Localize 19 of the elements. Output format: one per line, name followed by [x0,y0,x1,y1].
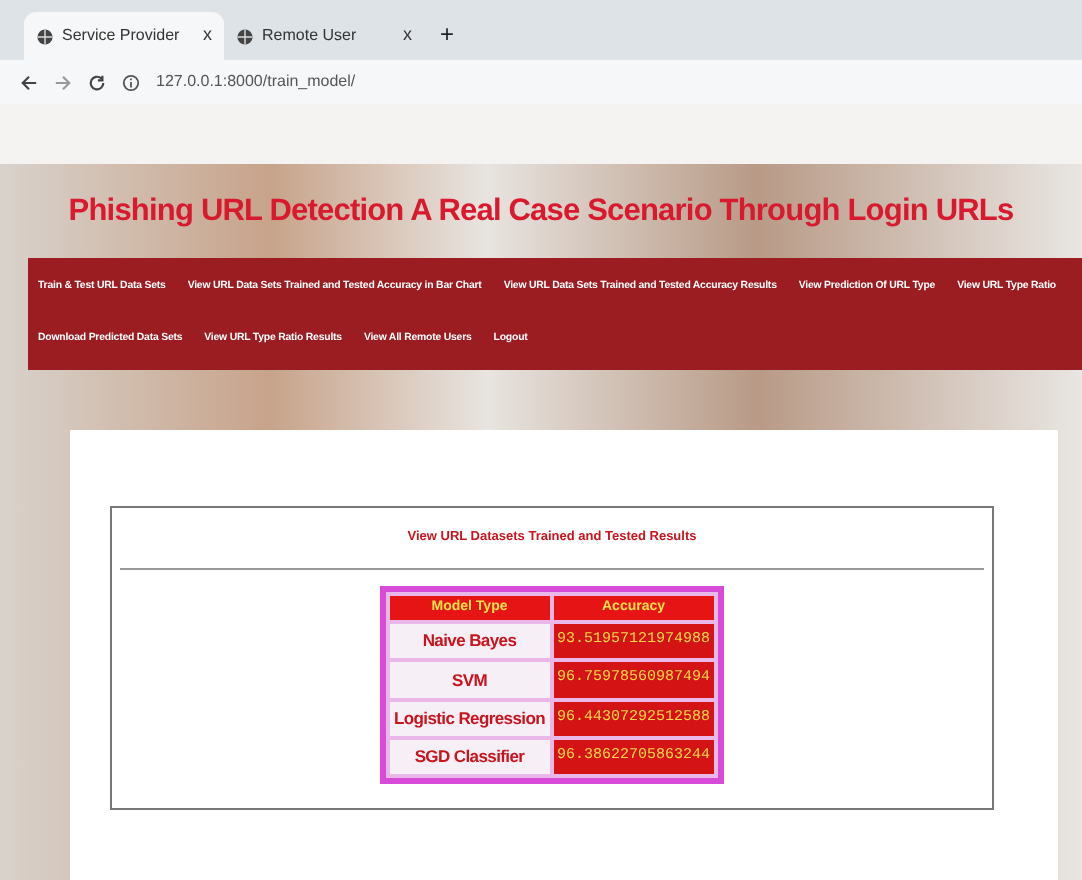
tab-title: Remote User [262,24,357,48]
page-title: Phishing URL Detection A Real Case Scenario Through Login URLs [66,192,1016,232]
model-cell: SVM [389,662,550,698]
close-icon[interactable]: x [203,22,212,50]
model-cell: Naive Bayes [389,624,550,659]
globe-icon [236,27,254,45]
model-cell: SGD Classifier [389,739,550,775]
browser-tab[interactable]: Remote User x [224,12,424,60]
address-field[interactable]: 127.0.0.1:8000/train_model/ [156,70,356,94]
info-icon [122,73,140,91]
tab-title: Service Provider [62,24,180,48]
close-icon[interactable]: x [403,22,412,50]
new-tab-button[interactable]: + [424,16,471,60]
browser-tab[interactable]: Service Provider x [24,12,224,60]
model-cell: Logistic Regression [389,701,550,736]
reload-icon[interactable] [88,73,106,91]
globe-icon [36,27,54,45]
back-icon[interactable] [20,73,38,91]
forward-icon[interactable] [54,73,72,91]
